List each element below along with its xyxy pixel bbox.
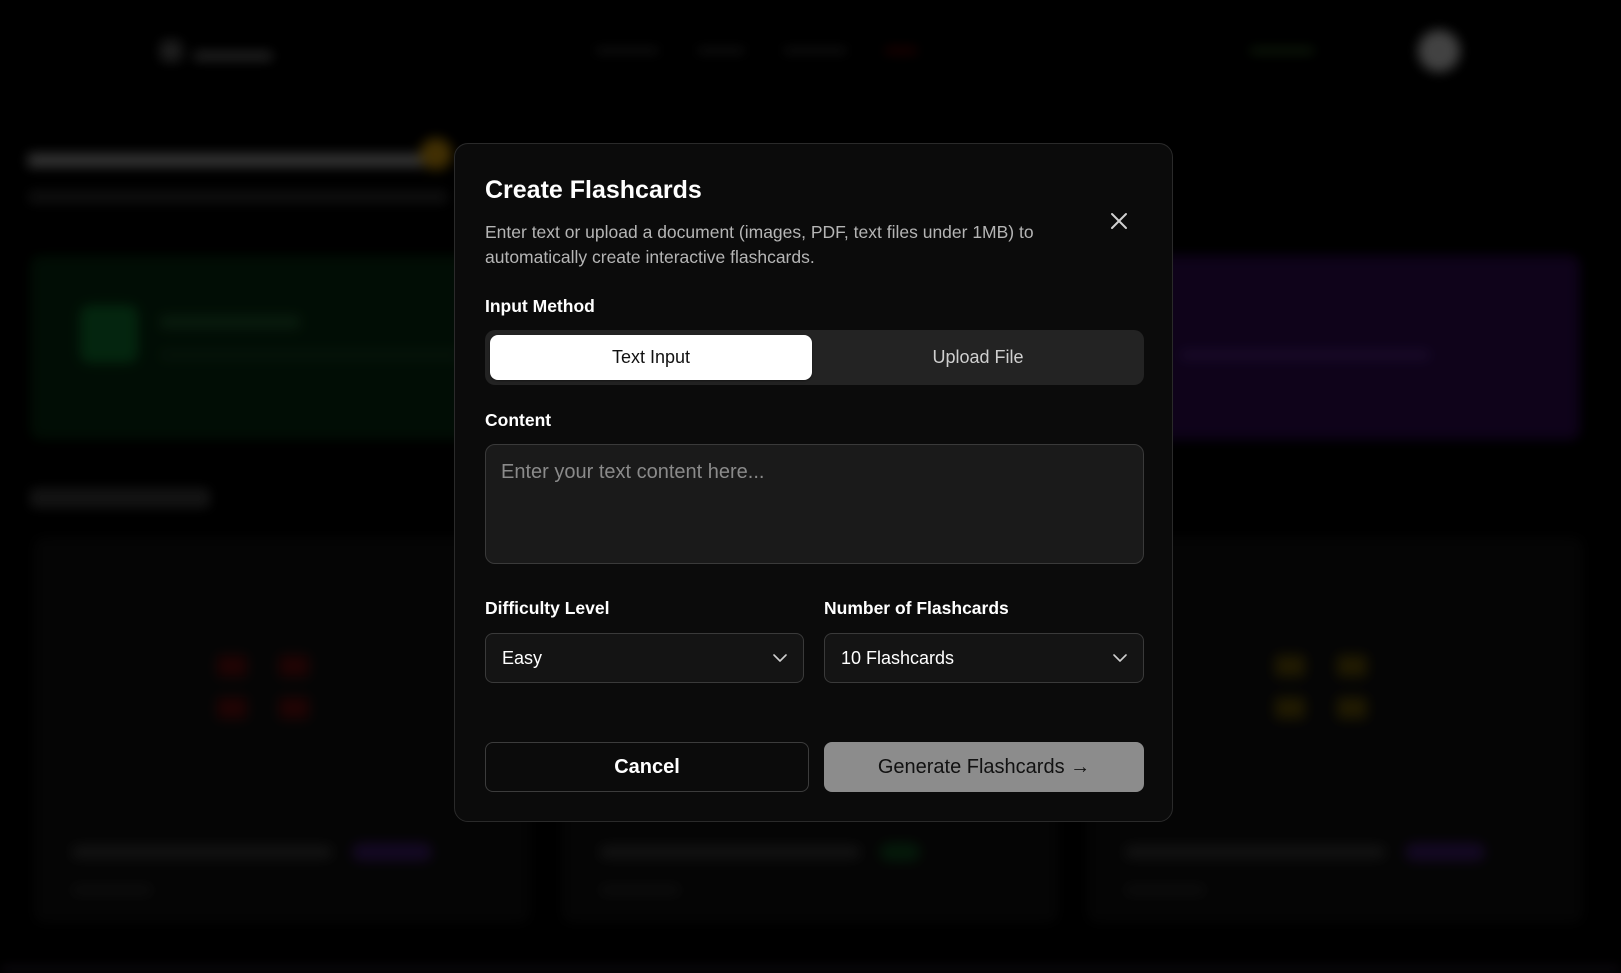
content-textarea[interactable]: Enter your text content here... (485, 444, 1144, 564)
input-method-toggle: Text Input Upload File (485, 330, 1144, 385)
difficulty-select[interactable]: Easy (485, 633, 804, 683)
count-label: Number of Flashcards (824, 598, 1009, 618)
input-method-label: Input Method (485, 296, 595, 316)
content-label: Content (485, 410, 552, 430)
content-placeholder: Enter your text content here... (501, 461, 765, 483)
generate-flashcards-button[interactable]: Generate Flashcards → (824, 742, 1144, 792)
difficulty-label: Difficulty Level (485, 598, 610, 618)
difficulty-value: Easy (502, 647, 543, 668)
dialog-title: Create Flashcards (485, 176, 702, 204)
chevron-down-icon (773, 653, 787, 662)
tab-text-input[interactable]: Text Input (490, 335, 812, 380)
tab-upload-file[interactable]: Upload File (817, 335, 1139, 380)
create-flashcards-dialog: Create Flashcards Enter text or upload a… (454, 143, 1173, 822)
count-value: 10 Flashcards (841, 647, 955, 668)
chevron-down-icon (1113, 653, 1127, 662)
count-select[interactable]: 10 Flashcards (824, 633, 1144, 683)
close-button[interactable] (1105, 207, 1133, 235)
close-icon (1111, 213, 1127, 229)
cancel-button[interactable]: Cancel (485, 742, 809, 792)
dialog-description: Enter text or upload a document (images,… (485, 222, 1034, 267)
